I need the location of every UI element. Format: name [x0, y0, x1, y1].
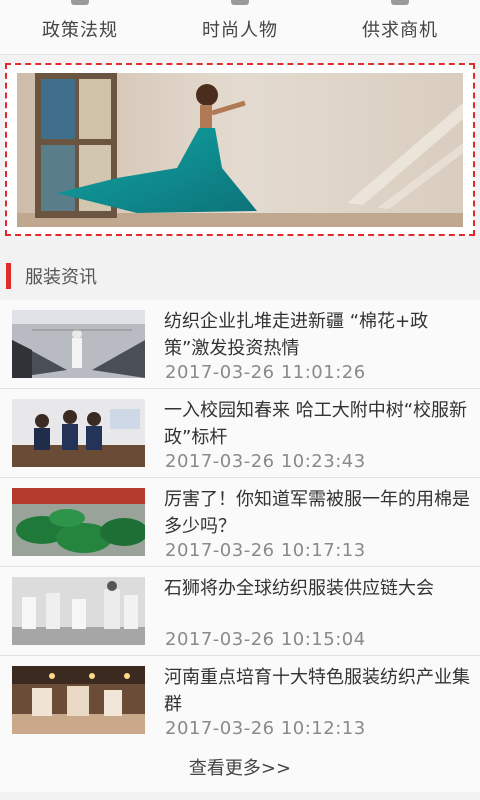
news-title: 纺织企业扎堆走进新疆 “棉花+政策”激发投资热情 — [164, 311, 429, 359]
news-item[interactable]: 河南重点培育十大特色服装纺织产业集群 2017-03-26 10:12:13 — [0, 656, 480, 745]
banner[interactable] — [5, 63, 475, 236]
view-more-button[interactable]: 查看更多>> — [0, 742, 480, 792]
nav-item-label: 供求商机 — [362, 20, 438, 41]
news-thumbnail — [12, 310, 145, 378]
news-time: 2017-03-26 11:01:26 — [165, 362, 366, 383]
section-header: 服装资讯 — [0, 256, 480, 296]
news-title: 河南重点培育十大特色服装纺织产业集群 — [164, 667, 470, 715]
nav-item-label: 时尚人物 — [202, 20, 278, 41]
page: 政策法规 时尚人物 供求商机 服装资讯 纺织企业扎堆走进新疆 “棉花+政策”激发… — [0, 0, 480, 800]
nav-item-supply-demand[interactable]: 供求商机 — [320, 0, 480, 54]
section-title: 服装资讯 — [25, 267, 97, 288]
news-thumbnail — [12, 577, 145, 645]
news-thumbnail — [12, 399, 145, 467]
section-accent-bar — [6, 263, 11, 289]
fashion-people-icon — [231, 0, 249, 5]
news-time: 2017-03-26 10:12:13 — [165, 718, 366, 739]
policy-icon — [71, 0, 89, 5]
nav-item-policy[interactable]: 政策法规 — [0, 0, 160, 54]
nav-item-label: 政策法规 — [42, 20, 118, 41]
category-nav: 政策法规 时尚人物 供求商机 — [0, 0, 480, 55]
nav-item-fashion-people[interactable]: 时尚人物 — [160, 0, 320, 54]
news-time: 2017-03-26 10:17:13 — [165, 540, 366, 561]
news-item[interactable]: 一入校园知春来 哈工大附中树“校服新政”标杆 2017-03-26 10:23:… — [0, 389, 480, 478]
news-time: 2017-03-26 10:15:04 — [165, 629, 366, 650]
news-thumbnail — [12, 666, 145, 734]
news-item[interactable]: 纺织企业扎堆走进新疆 “棉花+政策”激发投资热情 2017-03-26 11:0… — [0, 300, 480, 389]
news-title: 石狮将办全球纺织服装供应链大会 — [164, 578, 434, 599]
news-title: 一入校园知春来 哈工大附中树“校服新政”标杆 — [164, 400, 468, 448]
news-list: 纺织企业扎堆走进新疆 “棉花+政策”激发投资热情 2017-03-26 11:0… — [0, 300, 480, 745]
supply-demand-icon — [391, 0, 409, 5]
news-time: 2017-03-26 10:23:43 — [165, 451, 366, 472]
news-thumbnail — [12, 488, 145, 556]
news-item[interactable]: 厉害了！你知道军需被服一年的用棉是多少吗？ 2017-03-26 10:17:1… — [0, 478, 480, 567]
news-title: 厉害了！你知道军需被服一年的用棉是多少吗？ — [164, 489, 470, 537]
banner-image — [17, 73, 463, 227]
news-item[interactable]: 石狮将办全球纺织服装供应链大会 2017-03-26 10:15:04 — [0, 567, 480, 656]
